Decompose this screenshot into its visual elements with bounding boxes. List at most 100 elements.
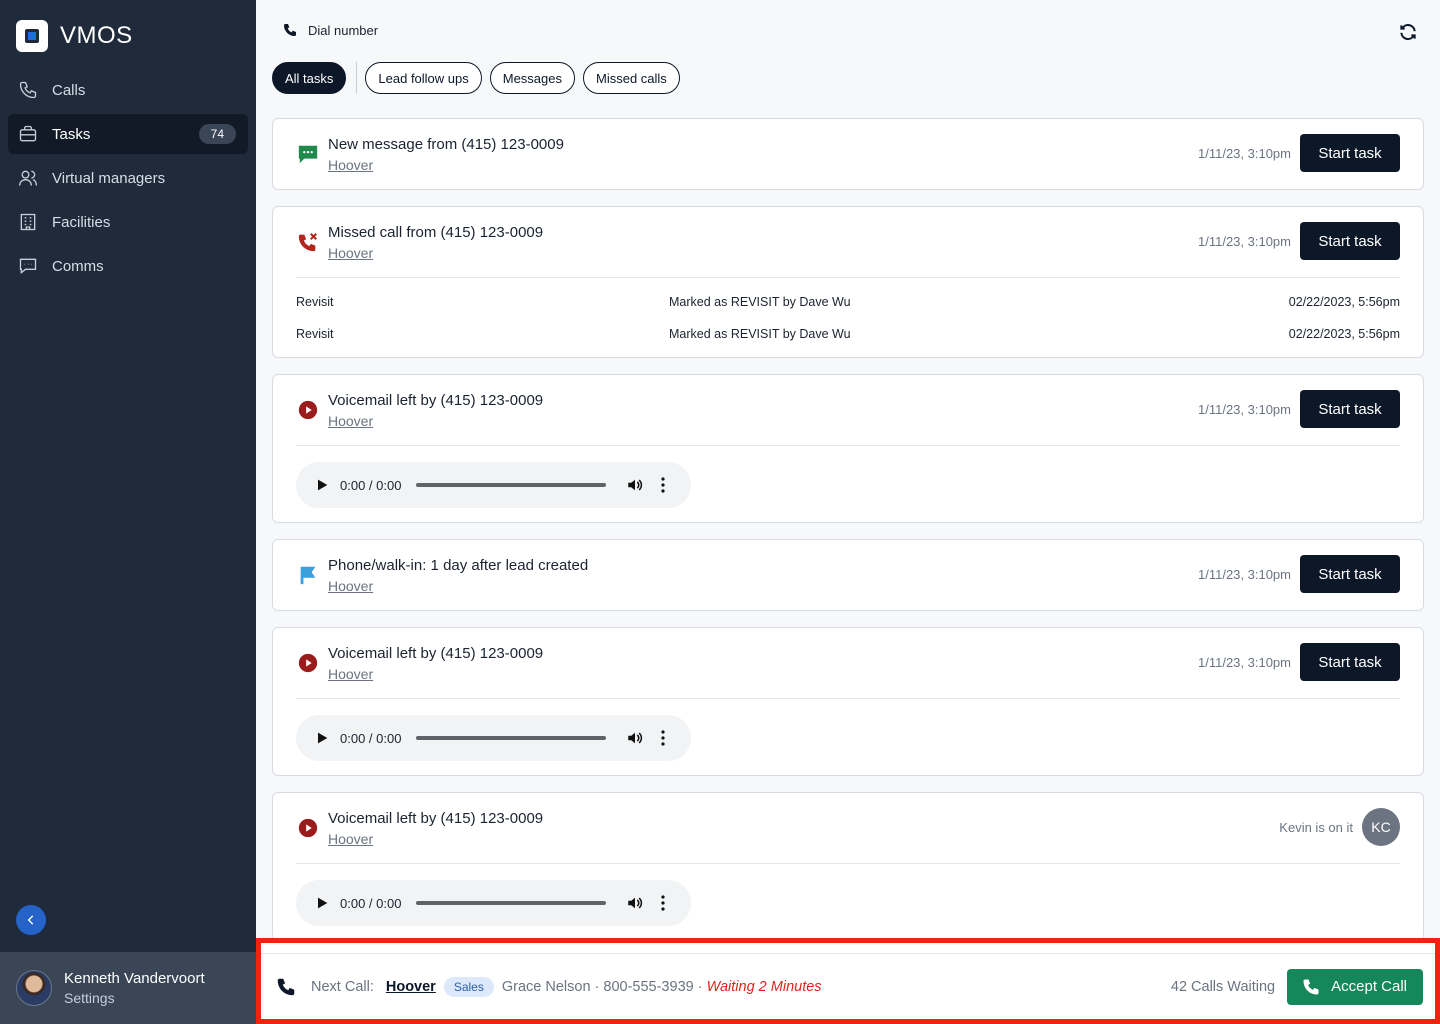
sidebar-item-label: Tasks <box>52 125 91 143</box>
audio-player: 0:00 / 0:00 <box>296 462 691 508</box>
audio-time: 0:00 / 0:00 <box>340 895 402 911</box>
sidebar-item-facilities[interactable]: Facilities <box>8 202 248 242</box>
tab-messages[interactable]: Messages <box>489 62 575 94</box>
voicemail-play-icon <box>298 400 318 420</box>
log-date: 02/22/2023, 5:56pm <box>1288 295 1400 309</box>
task-time: 1/11/23, 3:10pm <box>1198 146 1291 161</box>
facility-link[interactable]: Hoover <box>328 831 373 847</box>
assignee-avatar: KC <box>1362 808 1400 846</box>
task-title: Voicemail left by (415) 123-0009 <box>328 392 544 409</box>
audio-player: 0:00 / 0:00 <box>296 715 691 761</box>
start-task-button[interactable]: Start task <box>1300 134 1400 172</box>
more-options-icon[interactable] <box>656 729 670 747</box>
sidebar-item-tasks[interactable]: Tasks 74 <box>8 114 248 154</box>
facility-link[interactable]: Hoover <box>328 413 373 429</box>
start-task-button[interactable]: Start task <box>1300 555 1400 593</box>
volume-icon[interactable] <box>626 476 644 494</box>
dial-number-button[interactable]: Dial number <box>282 22 378 38</box>
more-options-icon[interactable] <box>656 894 670 912</box>
missed-call-icon <box>298 233 317 252</box>
sidebar-item-label: Facilities <box>52 213 111 231</box>
app-name: VMOS <box>60 22 133 49</box>
caller-details: Grace Nelson · 800-555-3939 · <box>501 978 703 995</box>
start-task-button[interactable]: Start task <box>1300 390 1400 428</box>
brand[interactable]: VMOS <box>16 20 133 52</box>
activity-log-row: Revisit Marked as REVISIT by Dave Wu 02/… <box>296 327 1400 347</box>
briefcase-icon <box>18 124 38 144</box>
phone-icon <box>284 24 296 36</box>
divider <box>296 277 1400 278</box>
dial-number-label: Dial number <box>308 22 379 38</box>
play-icon[interactable] <box>314 477 330 493</box>
divider <box>296 698 1400 699</box>
task-time: 1/11/23, 3:10pm <box>1198 234 1291 249</box>
voicemail-play-icon <box>298 818 318 838</box>
more-options-icon[interactable] <box>656 476 670 494</box>
tab-lead-follow-ups[interactable]: Lead follow ups <box>365 62 482 94</box>
user-name: Kenneth Vandervoort <box>64 970 205 987</box>
main-content: Dial number All tasks Lead follow ups Me… <box>256 0 1440 1024</box>
tab-all-tasks[interactable]: All tasks <box>272 62 347 94</box>
tab-missed-calls[interactable]: Missed calls <box>583 62 680 94</box>
flag-icon <box>300 566 316 585</box>
next-call-label: Next Call: <box>311 978 374 995</box>
sidebar-item-virtual-managers[interactable]: Virtual managers <box>8 158 248 198</box>
audio-time: 0:00 / 0:00 <box>340 477 402 493</box>
sidebar-item-calls[interactable]: Calls <box>8 70 248 110</box>
building-icon <box>18 212 38 232</box>
audio-progress-slider[interactable] <box>416 901 606 905</box>
settings-link[interactable]: Settings <box>64 990 205 1006</box>
divider <box>296 863 1400 864</box>
chevron-left-icon <box>27 915 34 925</box>
sidebar-nav: Calls Tasks 74 Virtual managers Faciliti… <box>8 70 248 290</box>
start-task-button[interactable]: Start task <box>1300 643 1400 681</box>
users-icon <box>18 168 38 188</box>
task-card: New message from (415) 123-0009 Hoover 1… <box>272 118 1424 190</box>
task-card: Missed call from (415) 123-0009 Hoover 1… <box>272 206 1424 358</box>
task-title: New message from (415) 123-0009 <box>328 136 564 153</box>
task-time: 1/11/23, 3:10pm <box>1198 402 1291 417</box>
facility-link[interactable]: Hoover <box>328 578 373 594</box>
sidebar: VMOS Calls Tasks 74 Virtual managers Fac… <box>0 0 256 1024</box>
start-task-button[interactable]: Start task <box>1300 222 1400 260</box>
audio-progress-slider[interactable] <box>416 483 606 487</box>
refresh-icon[interactable] <box>1398 22 1418 42</box>
facility-link[interactable]: Hoover <box>328 157 373 173</box>
divider <box>296 445 1400 446</box>
log-status: Revisit <box>296 327 334 341</box>
facility-link[interactable]: Hoover <box>328 245 373 261</box>
tasks-count-badge: 74 <box>198 124 236 144</box>
wait-time: Waiting 2 Minutes <box>706 978 822 995</box>
sidebar-item-comms[interactable]: Comms <box>8 246 248 286</box>
sidebar-item-label: Comms <box>52 257 104 275</box>
task-card: Voicemail left by (415) 123-0009 Hoover … <box>272 792 1424 941</box>
task-time: 1/11/23, 3:10pm <box>1198 655 1291 670</box>
vmos-logo-icon <box>16 20 48 52</box>
avatar <box>16 970 52 1006</box>
volume-icon[interactable] <box>626 729 644 747</box>
play-icon[interactable] <box>314 895 330 911</box>
audio-progress-slider[interactable] <box>416 736 606 740</box>
play-icon[interactable] <box>314 730 330 746</box>
facility-link[interactable]: Hoover <box>328 666 373 682</box>
phone-icon <box>277 978 295 995</box>
accept-call-label: Accept Call <box>1331 978 1407 995</box>
task-card: Phone/walk-in: 1 day after lead created … <box>272 539 1424 611</box>
task-card: Voicemail left by (415) 123-0009 Hoover … <box>272 374 1424 523</box>
activity-log-row: Revisit Marked as REVISIT by Dave Wu 02/… <box>296 295 1400 315</box>
volume-icon[interactable] <box>626 894 644 912</box>
caller-facility-link[interactable]: Hoover <box>386 979 436 995</box>
voicemail-play-icon <box>298 653 318 673</box>
message-icon <box>298 145 318 164</box>
task-title: Voicemail left by (415) 123-0009 <box>328 645 544 662</box>
task-title: Phone/walk-in: 1 day after lead created <box>328 557 589 574</box>
calls-waiting-count: 42 Calls Waiting <box>1170 978 1276 995</box>
accept-call-button[interactable]: Accept Call <box>1287 968 1423 1005</box>
log-note: Marked as REVISIT by Dave Wu <box>669 327 851 341</box>
audio-time: 0:00 / 0:00 <box>340 730 402 746</box>
collapse-sidebar-button[interactable] <box>16 905 46 935</box>
phone-icon <box>18 80 38 100</box>
audio-player: 0:00 / 0:00 <box>296 880 691 926</box>
user-profile[interactable]: Kenneth Vandervoort Settings <box>0 952 256 1024</box>
task-filter-tabs: All tasks Lead follow ups Messages Misse… <box>272 62 688 94</box>
